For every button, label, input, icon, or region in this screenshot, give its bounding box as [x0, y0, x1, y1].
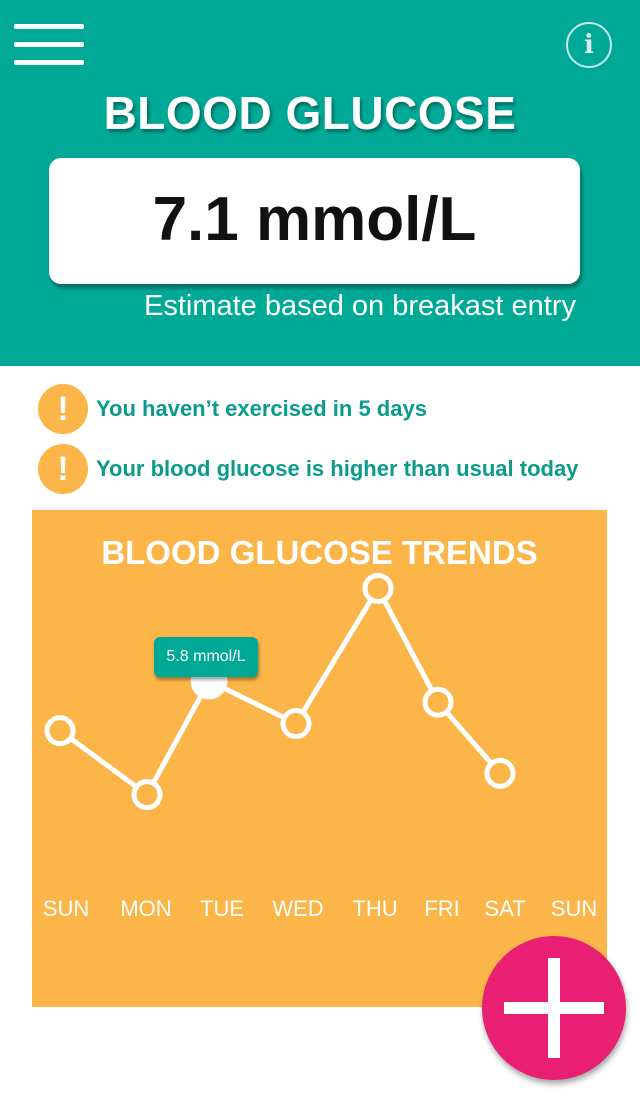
glucose-trend-chart	[44, 572, 516, 811]
data-point-mon[interactable]	[131, 779, 163, 811]
plus-icon-vertical	[548, 958, 560, 1058]
add-entry-button[interactable]	[482, 936, 626, 1080]
x-axis-label-mon: MON	[120, 896, 172, 921]
x-axis-label-sun: SUN	[42, 896, 90, 921]
x-axis-label-thu: THU	[352, 896, 398, 921]
data-point-wed[interactable]	[280, 708, 312, 740]
x-axis-label-wed: WED	[272, 896, 324, 921]
x-axis-label-sat: SAT	[484, 896, 526, 921]
data-point-sun[interactable]	[44, 715, 76, 747]
data-point-thu[interactable]	[362, 572, 394, 604]
x-axis-label-sun: SUN	[550, 896, 598, 921]
data-point-fri[interactable]	[422, 686, 454, 718]
x-axis-label-fri: FRI	[424, 896, 460, 921]
x-axis-label-tue: TUE	[200, 896, 244, 921]
value-tooltip: 5.8 mmol/L	[154, 637, 258, 677]
data-point-sat[interactable]	[484, 757, 516, 789]
